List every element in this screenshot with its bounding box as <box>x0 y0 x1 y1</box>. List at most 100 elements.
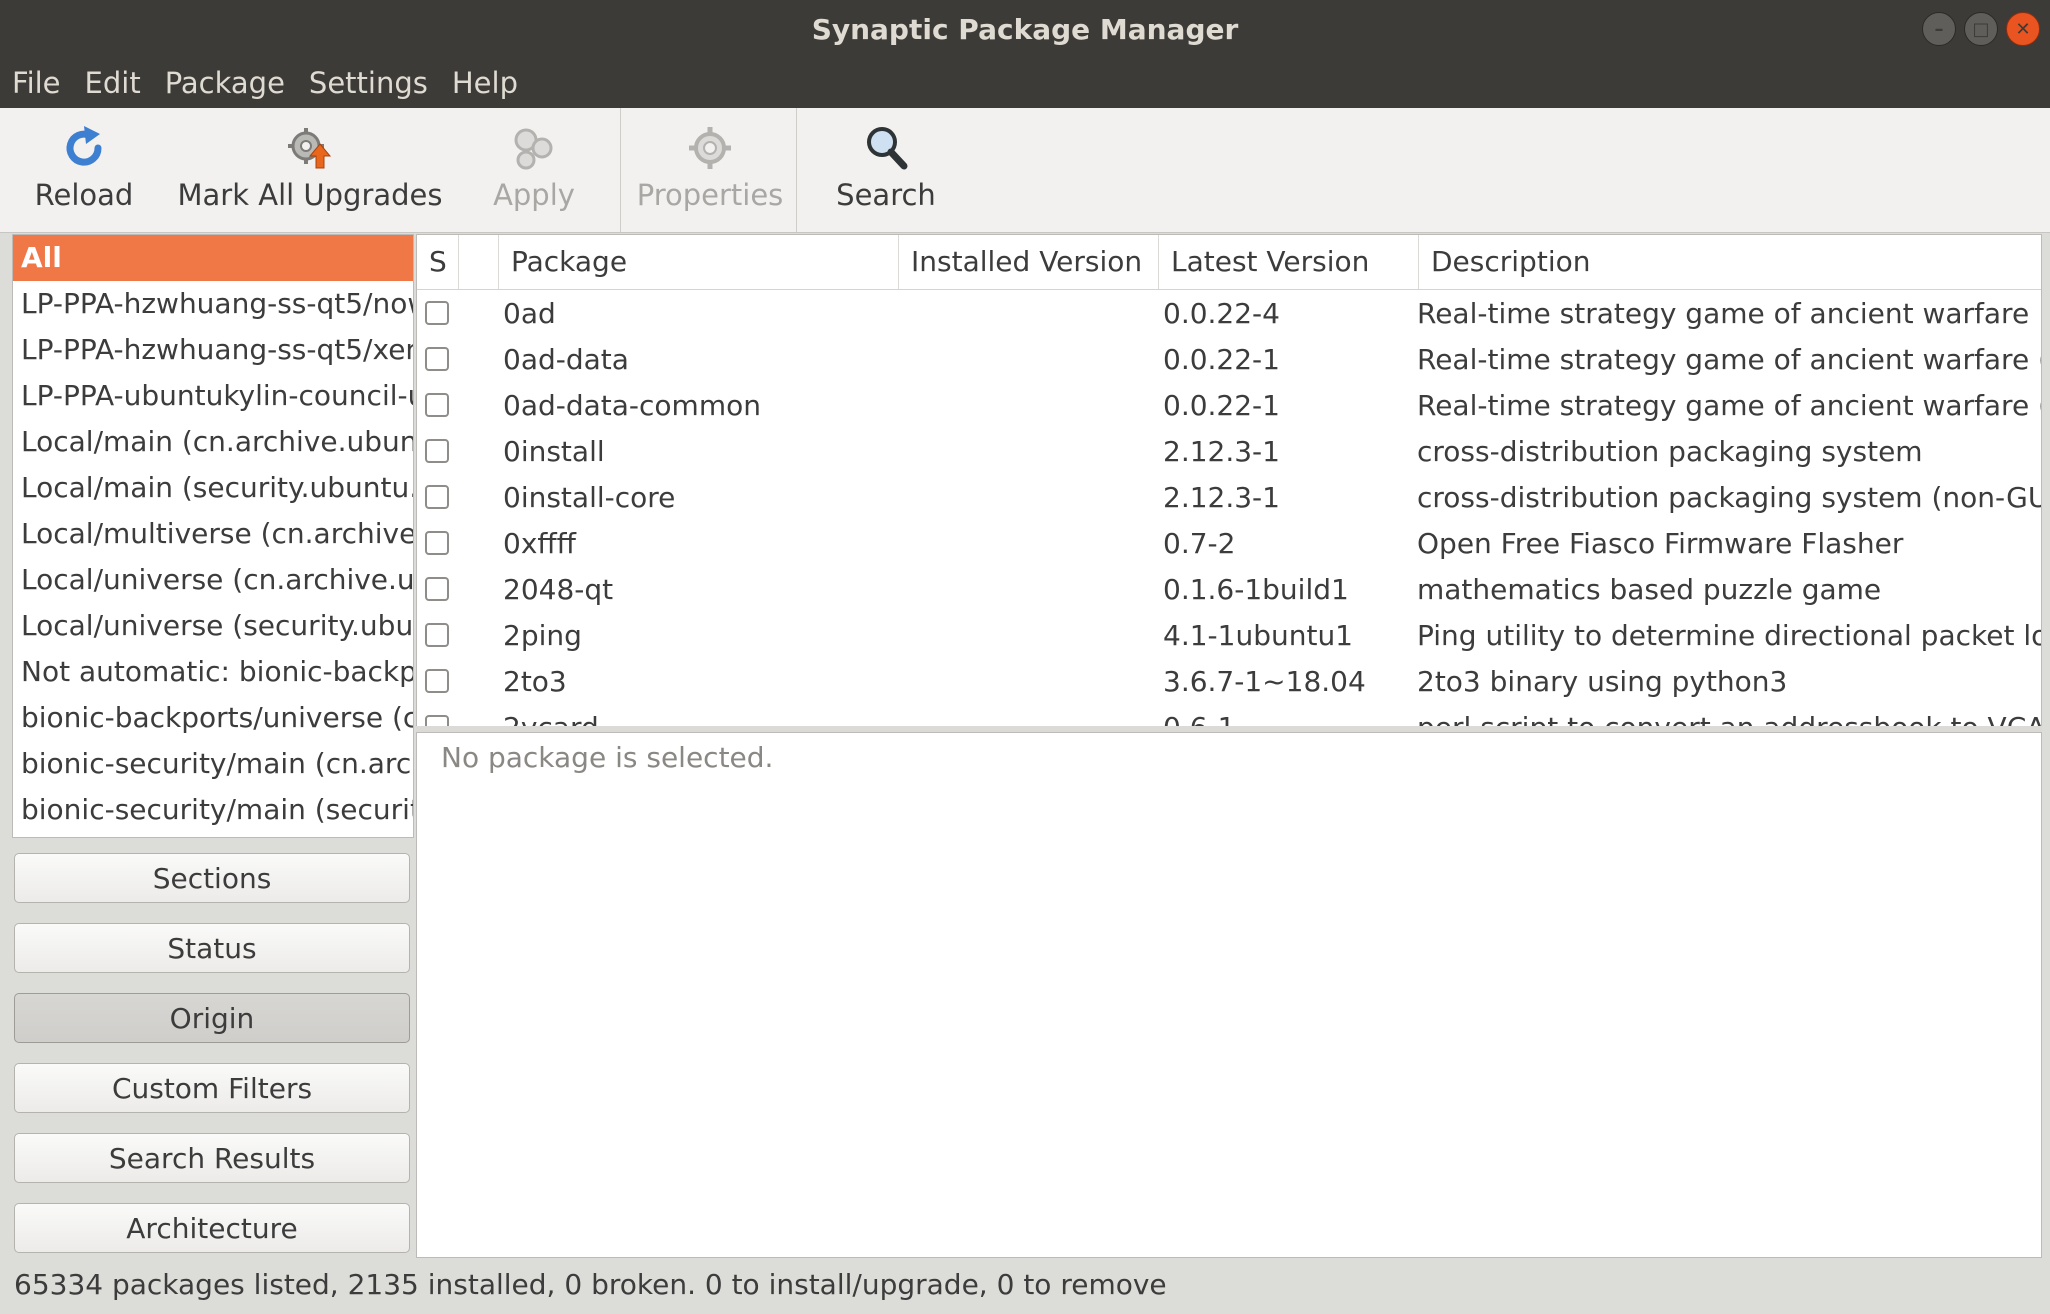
table-row[interactable]: 2ping 4.1-1ubuntu1 Ping utility to deter… <box>417 613 2041 659</box>
menu-file[interactable]: File <box>0 66 73 100</box>
menu-help[interactable]: Help <box>440 66 530 100</box>
package-table: S Package Installed Version Latest Versi… <box>416 234 2042 728</box>
origin-item[interactable]: Local/main (security.ubuntu.c <box>13 465 413 511</box>
table-row[interactable]: 0xffff 0.7-2 Open Free Fiasco Firmware F… <box>417 521 2041 567</box>
package-name: 0ad-data-common <box>503 389 761 422</box>
apply-button[interactable]: Apply <box>474 116 594 226</box>
status-checkbox[interactable] <box>425 439 449 463</box>
table-header: S Package Installed Version Latest Versi… <box>417 235 2041 290</box>
mark-all-upgrades-label: Mark All Upgrades <box>177 178 443 212</box>
status-checkbox[interactable] <box>425 347 449 371</box>
package-name: 0xffff <box>503 527 576 560</box>
package-name: 0install <box>503 435 605 468</box>
no-selection-text: No package is selected. <box>441 741 774 774</box>
installed-version <box>907 291 1157 337</box>
close-button[interactable]: ✕ <box>2006 12 2040 46</box>
status-bar: 65334 packages listed, 2135 installed, 0… <box>14 1268 1167 1301</box>
origin-item[interactable]: bionic-security/main (cn.archi <box>13 741 413 787</box>
latest-version: 0.0.22-4 <box>1163 297 1280 330</box>
menu-package[interactable]: Package <box>153 66 297 100</box>
menu-settings[interactable]: Settings <box>297 66 440 100</box>
reload-button[interactable]: Reload <box>24 116 144 226</box>
origin-item[interactable]: Local/universe (security.ubun <box>13 603 413 649</box>
origin-item[interactable]: LP-PPA-hzwhuang-ss-qt5/now <box>13 281 413 327</box>
package-name: 0install-core <box>503 481 676 514</box>
table-row[interactable]: 2to3 3.6.7-1~18.04 2to3 binary using pyt… <box>417 659 2041 705</box>
title-bar: Synaptic Package Manager – □ ✕ <box>0 0 2050 58</box>
search-results-button[interactable]: Search Results <box>14 1133 410 1183</box>
column-header-package[interactable]: Package <box>499 235 899 289</box>
status-button[interactable]: Status <box>14 923 410 973</box>
installed-version <box>907 659 1157 705</box>
installed-version <box>907 383 1157 429</box>
latest-version: 0.1.6-1build1 <box>1163 573 1349 606</box>
package-name: 2vcard <box>503 711 599 728</box>
package-description: Real-time strategy game of ancient warfa… <box>1417 343 2041 376</box>
properties-button[interactable]: Properties <box>630 116 790 226</box>
column-header-latest-version[interactable]: Latest Version <box>1159 235 1419 289</box>
origin-item-all[interactable]: All <box>13 235 413 281</box>
status-checkbox[interactable] <box>425 393 449 417</box>
toolbar: Reload Mark All Upgrades Apply Propertie… <box>0 108 2050 233</box>
table-row[interactable]: 0install-core 2.12.3-1 cross-distributio… <box>417 475 2041 521</box>
status-checkbox[interactable] <box>425 669 449 693</box>
origin-list: All LP-PPA-hzwhuang-ss-qt5/now LP-PPA-hz… <box>12 234 414 838</box>
minimize-button[interactable]: – <box>1922 12 1956 46</box>
menu-bar: File Edit Package Settings Help <box>0 58 2050 108</box>
toolbar-separator <box>620 108 621 232</box>
column-header-description[interactable]: Description <box>1419 235 2041 289</box>
mark-all-upgrades-button[interactable]: Mark All Upgrades <box>177 116 443 226</box>
package-name: 0ad <box>503 297 556 330</box>
architecture-button[interactable]: Architecture <box>14 1203 410 1253</box>
package-description: perl script to convert an addressbook to… <box>1417 711 2041 728</box>
status-checkbox[interactable] <box>425 531 449 555</box>
column-header-installed-version[interactable]: Installed Version <box>899 235 1159 289</box>
origin-item[interactable]: Local/multiverse (cn.archive.u <box>13 511 413 557</box>
menu-edit[interactable]: Edit <box>73 66 153 100</box>
package-details-pane: No package is selected. <box>416 732 2042 1258</box>
origin-item[interactable]: Local/main (cn.archive.ubuntu <box>13 419 413 465</box>
latest-version: 0.6-1 <box>1163 711 1236 728</box>
installed-version <box>907 521 1157 567</box>
mark-upgrades-icon <box>288 128 332 169</box>
maximize-button[interactable]: □ <box>1964 12 1998 46</box>
package-description: mathematics based puzzle game <box>1417 573 1882 606</box>
latest-version: 0.0.22-1 <box>1163 389 1280 422</box>
apply-label: Apply <box>493 178 575 212</box>
installed-version <box>907 429 1157 475</box>
table-row[interactable]: 0ad-data 0.0.22-1 Real-time strategy gam… <box>417 337 2041 383</box>
table-row[interactable]: 0install 2.12.3-1 cross-distribution pac… <box>417 429 2041 475</box>
search-button[interactable]: Search <box>826 116 946 226</box>
reload-label: Reload <box>34 178 134 212</box>
origin-item[interactable]: Local/universe (cn.archive.ub <box>13 557 413 603</box>
installed-version <box>907 337 1157 383</box>
table-row[interactable]: 0ad 0.0.22-4 Real-time strategy game of … <box>417 291 2041 337</box>
window-controls: – □ ✕ <box>1922 12 2040 46</box>
installed-version <box>907 705 1157 727</box>
package-description: cross-distribution packaging system (non… <box>1417 481 2041 514</box>
origin-item[interactable]: LP-PPA-hzwhuang-ss-qt5/xeni <box>13 327 413 373</box>
status-checkbox[interactable] <box>425 485 449 509</box>
table-row[interactable]: 0ad-data-common 0.0.22-1 Real-time strat… <box>417 383 2041 429</box>
status-checkbox[interactable] <box>425 301 449 325</box>
origin-button[interactable]: Origin <box>14 993 410 1043</box>
origin-item[interactable]: bionic-security/main (security <box>13 787 413 833</box>
table-row[interactable]: 2vcard 0.6-1 perl script to convert an a… <box>417 705 2041 728</box>
status-checkbox[interactable] <box>425 623 449 647</box>
status-checkbox[interactable] <box>425 577 449 601</box>
search-label: Search <box>836 178 936 212</box>
installed-version <box>907 567 1157 613</box>
origin-item[interactable]: Not automatic: bionic-backpo <box>13 649 413 695</box>
latest-version: 2.12.3-1 <box>1163 481 1280 514</box>
toolbar-separator <box>796 108 797 232</box>
package-name: 2ping <box>503 619 582 652</box>
origin-item[interactable]: LP-PPA-ubuntukylin-council-ul <box>13 373 413 419</box>
column-header-spacer[interactable] <box>459 235 499 289</box>
apply-icon <box>514 128 553 170</box>
table-row[interactable]: 2048-qt 0.1.6-1build1 mathematics based … <box>417 567 2041 613</box>
sections-button[interactable]: Sections <box>14 853 410 903</box>
custom-filters-button[interactable]: Custom Filters <box>14 1063 410 1113</box>
origin-item[interactable]: bionic-backports/universe (cn <box>13 695 413 741</box>
package-description: Ping utility to determine directional pa… <box>1417 619 2041 652</box>
column-header-status[interactable]: S <box>417 235 459 289</box>
